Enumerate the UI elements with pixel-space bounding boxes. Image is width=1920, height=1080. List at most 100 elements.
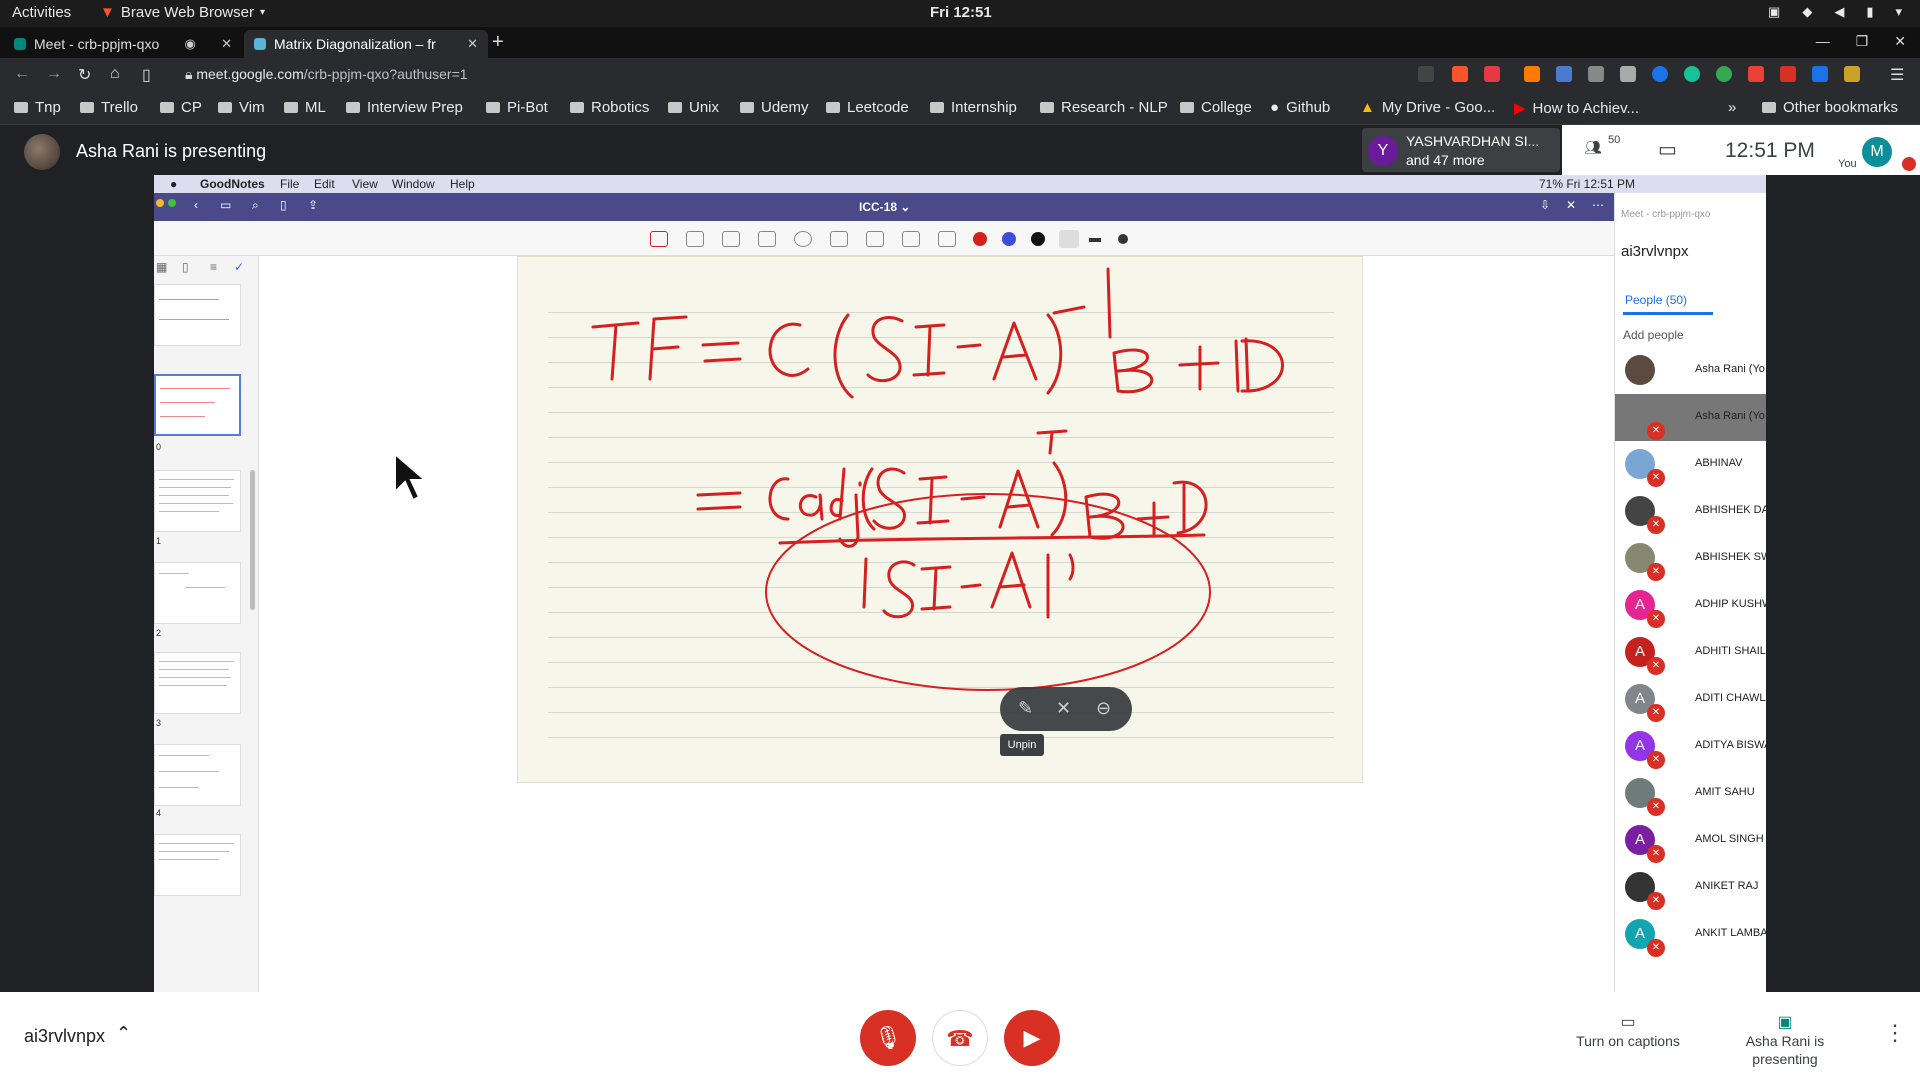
bookmark-icon: ▯ (280, 198, 287, 212)
thick-stroke-icon (1118, 234, 1128, 244)
captions-button[interactable]: ▭ Turn on captions (1570, 1014, 1686, 1050)
folder-icon (14, 102, 28, 113)
bookmark-internship[interactable]: Internship (930, 99, 1017, 116)
more-options-icon[interactable]: ⋮ (1884, 1020, 1906, 1046)
menu-icon[interactable]: ☰ (1890, 65, 1904, 85)
blue-color-swatch (1002, 232, 1016, 246)
extension-icon[interactable] (1524, 66, 1540, 82)
leave-call-button[interactable]: ☎︎ (932, 1010, 988, 1066)
camera-toggle-button[interactable]: ▶ (1004, 1010, 1060, 1066)
app-menu[interactable]: ▼ Brave Web Browser ▾ (100, 4, 265, 21)
extension-icon[interactable] (1620, 66, 1636, 82)
forward-icon[interactable]: → (46, 65, 62, 83)
bookmark-icon[interactable]: ▯ (142, 65, 151, 85)
navigation-bar: ← → ↻ ⌂ ▯ 🔒︎ meet.google.com/crb-ppjm-qx… (0, 58, 1920, 91)
back-icon[interactable]: ← (14, 65, 30, 83)
bookmark-vim[interactable]: Vim (218, 99, 265, 116)
bookmark-cp[interactable]: CP (160, 99, 202, 116)
participant-name: ANKIT LAMBA (1695, 927, 1766, 939)
window-zoom-dot (168, 199, 176, 207)
bookmark-college[interactable]: College (1180, 99, 1252, 116)
mic-off-icon: 🎙︎ (874, 1025, 902, 1050)
folder-icon (160, 102, 174, 113)
audio-indicator-icon[interactable]: ◉ (185, 36, 196, 52)
bookmark-label: How to Achiev... (1532, 99, 1639, 117)
close-window-icon[interactable]: ✕ (1894, 33, 1906, 50)
extension-icon[interactable] (1748, 66, 1764, 82)
bookmark-robotics[interactable]: Robotics (570, 99, 649, 116)
folder-icon (570, 102, 584, 113)
brave-rewards-icon[interactable] (1484, 66, 1500, 82)
reload-icon[interactable]: ↻ (78, 65, 91, 85)
tab-close-icon[interactable]: ✕ (467, 36, 478, 52)
chat-icon[interactable]: ▭ (1658, 137, 1677, 162)
extension-icon[interactable] (1716, 66, 1732, 82)
new-badge-extension-icon[interactable] (1812, 66, 1828, 82)
power-menu-icon: ▾ (1895, 4, 1902, 19)
translate-extension-icon[interactable] (1556, 66, 1572, 82)
bookmark-research-nlp[interactable]: Research - NLP (1040, 99, 1168, 116)
grammar-extension-icon[interactable] (1652, 66, 1668, 82)
sidebar-toggle-icon: ▭ (220, 198, 232, 212)
bookmark-github[interactable]: ● Github (1270, 99, 1330, 116)
bookmark-leetcode[interactable]: Leetcode (826, 99, 909, 116)
bookmark-pi-bot[interactable]: Pi-Bot (486, 99, 548, 116)
bookmark-trello[interactable]: Trello (80, 99, 138, 116)
bookmark-label: CP (181, 99, 202, 116)
bookmark-tnp[interactable]: Tnp (14, 99, 61, 116)
page-thumbnail (154, 562, 241, 624)
bookmark-my-drive[interactable]: ▲ My Drive - Goo... (1360, 99, 1495, 116)
maximize-icon[interactable]: ❐ (1856, 33, 1869, 50)
window-minimize-dot (156, 199, 164, 207)
participant-name: ADHIP KUSHW (1695, 598, 1766, 610)
bookmark-how-to-achieve[interactable]: ▶ How to Achiev... (1514, 99, 1639, 118)
tab-matrix[interactable]: Matrix Diagonalization – fr ✕ (244, 30, 488, 58)
github-icon: ● (1270, 99, 1280, 116)
remove-icon[interactable]: ⊖ (1096, 698, 1111, 719)
minimize-icon[interactable]: — (1816, 33, 1830, 50)
presenting-button[interactable]: ▣ Asha Rani is presenting (1740, 1014, 1830, 1068)
muted-icon: ✕ (1647, 751, 1665, 769)
muted-icon: ✕ (1647, 845, 1665, 863)
app-menu-label: Brave Web Browser (120, 4, 254, 21)
presenter-label: Asha Rani is presenting (76, 141, 267, 161)
bookmark-label: ML (305, 99, 326, 116)
participant-tile[interactable]: Y YASHVARDHAN SI... and 47 more (1362, 128, 1560, 172)
brave-shields-icon[interactable] (1452, 66, 1468, 82)
mute-tile-icon[interactable]: ✕ (1056, 698, 1071, 719)
system-tray[interactable]: ▣ ◆ ◀ ▮ ▾ (1768, 4, 1902, 20)
page-thumbnail (154, 744, 241, 806)
people-tab: People (50) (1625, 293, 1688, 307)
people-icon[interactable]: 👥︎ (1584, 139, 1602, 156)
grammarly-icon[interactable] (1684, 66, 1700, 82)
extension-icon[interactable] (1780, 66, 1796, 82)
bookmark-unix[interactable]: Unix (668, 99, 719, 116)
self-avatar[interactable]: M (1862, 137, 1892, 167)
system-clock[interactable]: Fri 12:51 (930, 4, 992, 21)
more-bookmarks-icon[interactable]: » (1728, 99, 1736, 116)
drive-icon: ▲ (1360, 99, 1375, 116)
bookmark-udemy[interactable]: Udemy (740, 99, 809, 116)
address-bar[interactable]: 🔒︎ meet.google.com/crb-ppjm-qxo?authuser… (175, 63, 1415, 87)
unpin-icon[interactable]: ✎ (1018, 698, 1033, 719)
bookmark-label: My Drive - Goo... (1381, 99, 1496, 116)
muted-icon: ✕ (1647, 704, 1665, 722)
home-icon[interactable]: ⌂ (110, 65, 120, 83)
extension-icon[interactable] (1844, 66, 1860, 82)
meeting-details-label[interactable]: ai3rvlvnpx (24, 1026, 105, 1047)
participant-name: ANIKET RAJ (1695, 880, 1759, 892)
tab-meet[interactable]: Meet - crb-ppjm-qxo ◉ ✕ (4, 30, 242, 58)
lock-icon: 🔒︎ (185, 66, 197, 82)
other-bookmarks[interactable]: Other bookmarks (1762, 99, 1898, 116)
bookmark-ml[interactable]: ML (284, 99, 326, 116)
extension-icon[interactable] (1588, 66, 1604, 82)
activities-button[interactable]: Activities (12, 4, 71, 21)
folder-icon (218, 102, 232, 113)
new-tab-button[interactable]: + (492, 31, 504, 54)
export-icon: ⇩ (1540, 198, 1551, 212)
camera-in-use-icon[interactable] (1418, 66, 1434, 82)
chevron-up-icon[interactable]: ⌃ (116, 1023, 131, 1044)
bookmark-interview-prep[interactable]: Interview Prep (346, 99, 463, 116)
mic-toggle-button[interactable]: 🎙︎ (860, 1010, 916, 1066)
tab-close-icon[interactable]: ✕ (221, 36, 232, 52)
